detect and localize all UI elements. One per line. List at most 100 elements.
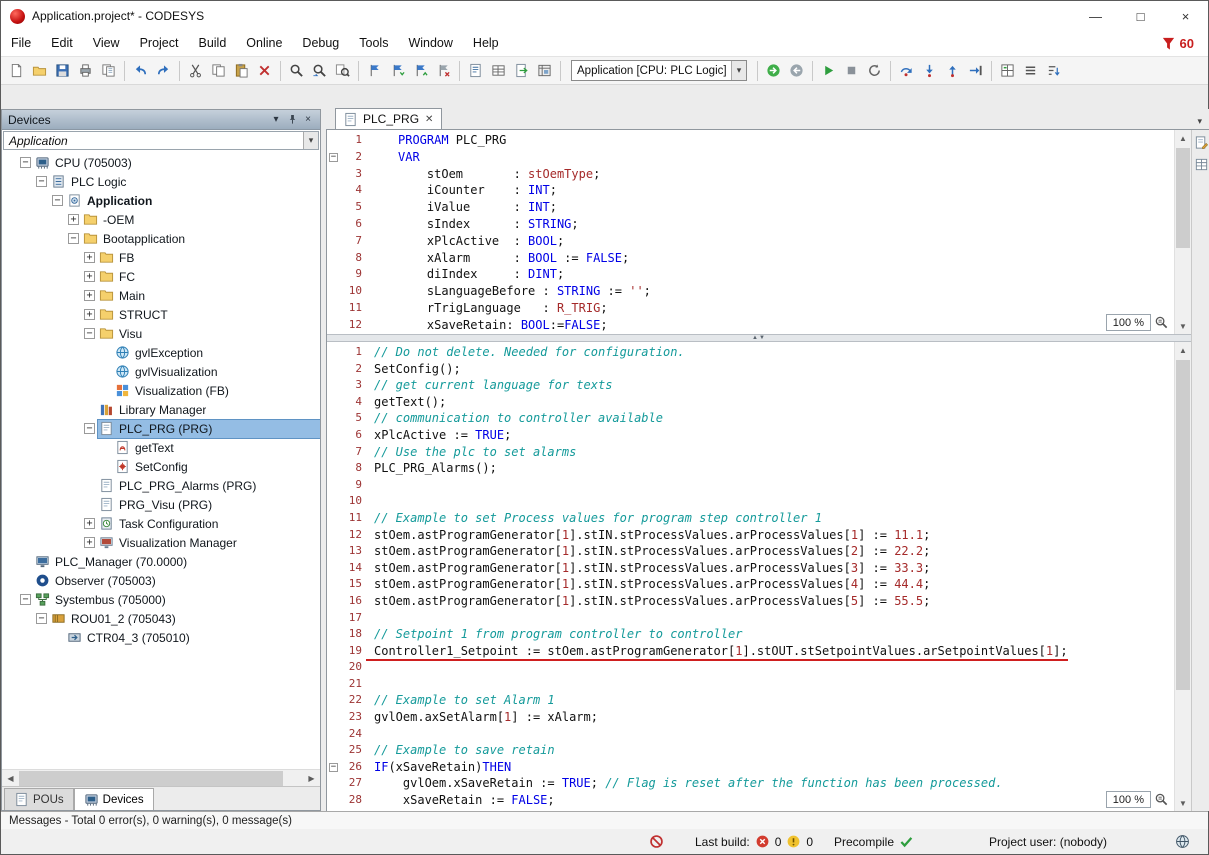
login-button[interactable]	[762, 59, 785, 82]
editor-view-button[interactable]	[1193, 134, 1209, 151]
fold-collapse-icon[interactable]: −	[329, 763, 338, 772]
bookmark-toggle-button[interactable]	[363, 59, 386, 82]
code-line-20[interactable]: 20	[327, 659, 1174, 676]
step-out-button[interactable]	[941, 59, 964, 82]
tab-pous[interactable]: POUs	[4, 788, 74, 810]
expand-icon[interactable]: +	[84, 537, 95, 548]
code-line-26[interactable]: −26IF(xSaveRetain)THEN	[327, 759, 1174, 776]
scroll-left-icon[interactable]: ◀	[2, 770, 19, 787]
step-over-button[interactable]	[895, 59, 918, 82]
active-application-combo[interactable]: Application [CPU: PLC Logic]▾	[571, 60, 747, 81]
expand-icon[interactable]: +	[68, 214, 79, 225]
code-line-2[interactable]: 2SetConfig();	[327, 361, 1174, 378]
code-line-7[interactable]: 7// Use the plc to set alarms	[327, 444, 1174, 461]
tree-item-setconfig[interactable]: SetConfig	[2, 457, 320, 476]
declarations-button[interactable]	[464, 59, 487, 82]
menu-tools[interactable]: Tools	[349, 31, 398, 56]
copy-project-button[interactable]	[97, 59, 120, 82]
code-line-15[interactable]: 15stOem.astProgramGenerator[1].stIN.stPr…	[327, 576, 1174, 593]
code-line-1[interactable]: 1PROGRAM PLC_PRG	[327, 132, 1174, 149]
editor-table-view-button[interactable]	[1193, 156, 1209, 173]
code-line-9[interactable]: 9	[327, 477, 1174, 494]
start-button[interactable]	[817, 59, 840, 82]
tree-item-fb[interactable]: +FB	[2, 248, 320, 267]
code-line-23[interactable]: 23gvlOem.axSetAlarm[1] := xAlarm;	[327, 709, 1174, 726]
export-doc-button[interactable]	[510, 59, 533, 82]
implementation-zoom-control[interactable]: 100 %	[1106, 791, 1170, 808]
tree-item-gvlvisualization[interactable]: gvlVisualization	[2, 362, 320, 381]
run-to-cursor-button[interactable]	[964, 59, 987, 82]
paste-button[interactable]	[230, 59, 253, 82]
code-line-13[interactable]: 13stOem.astProgramGenerator[1].stIN.stPr…	[327, 543, 1174, 560]
code-line-21[interactable]: 21	[327, 676, 1174, 693]
panel-pin-icon[interactable]	[284, 112, 300, 128]
close-button[interactable]: ×	[1163, 1, 1208, 31]
tree-item-plc-logic[interactable]: −PLC Logic	[2, 172, 320, 191]
project-user[interactable]: Project user: (nobody)	[989, 829, 1107, 854]
code-line-27[interactable]: 27 gvlOem.xSaveRetain := TRUE; // Flag i…	[327, 775, 1174, 792]
tree-item-oem[interactable]: +-OEM	[2, 210, 320, 229]
splitter-grip-icon[interactable]: ▲▼	[327, 335, 1191, 342]
tree-item-fc[interactable]: +FC	[2, 267, 320, 286]
bookmark-clear-button[interactable]	[432, 59, 455, 82]
devices-horizontal-scrollbar[interactable]: ◀ ▶	[2, 769, 320, 786]
tree-item-plc-prg-alarms-prg[interactable]: PLC_PRG_Alarms (PRG)	[2, 476, 320, 495]
print-button[interactable]	[74, 59, 97, 82]
code-line-11[interactable]: 11// Example to set Process values for p…	[327, 510, 1174, 527]
code-line-28[interactable]: 28 xSaveRetain := FALSE;	[327, 792, 1174, 809]
menu-view[interactable]: View	[83, 31, 130, 56]
tab-devices[interactable]: Devices	[74, 788, 154, 810]
code-line-10[interactable]: 10 sLanguageBefore : STRING := '';	[327, 283, 1174, 300]
bookmark-next-button[interactable]	[386, 59, 409, 82]
code-line-18[interactable]: 18// Setpoint 1 from program controller …	[327, 626, 1174, 643]
editor-splitter[interactable]: ▲▼	[327, 334, 1191, 342]
scrollbar-thumb[interactable]	[1176, 360, 1190, 690]
panel-menu-chevron-icon[interactable]: ▾	[268, 112, 284, 128]
code-line-3[interactable]: 3// get current language for texts	[327, 377, 1174, 394]
tree-item-visualization-fb[interactable]: Visualization (FB)	[2, 381, 320, 400]
tree-item-plc-manager-70-0000[interactable]: PLC_Manager (70.0000)	[2, 552, 320, 571]
undo-button[interactable]	[129, 59, 152, 82]
maximize-button[interactable]: □	[1118, 1, 1163, 31]
code-line-22[interactable]: 22// Example to set Alarm 1	[327, 692, 1174, 709]
tree-item-gettext[interactable]: getText	[2, 438, 320, 457]
tree-item-visualization-manager[interactable]: +Visualization Manager	[2, 533, 320, 552]
tree-item-task-configuration[interactable]: +Task Configuration	[2, 514, 320, 533]
code-line-9[interactable]: 9 diIndex : DINT;	[327, 266, 1174, 283]
menu-edit[interactable]: Edit	[41, 31, 83, 56]
collapse-icon[interactable]: −	[20, 594, 31, 605]
cut-button[interactable]	[184, 59, 207, 82]
device-root-combo[interactable]: Application ▾	[3, 131, 319, 150]
tree-item-bootapplication[interactable]: −Bootapplication	[2, 229, 320, 248]
collapse-icon[interactable]: −	[84, 423, 95, 434]
code-line-25[interactable]: 25// Example to save retain	[327, 742, 1174, 759]
language-globe[interactable]	[1175, 829, 1190, 854]
code-line-5[interactable]: 5// communication to controller availabl…	[327, 410, 1174, 427]
stop-button[interactable]	[840, 59, 863, 82]
flow-control-button[interactable]	[996, 59, 1019, 82]
chevron-down-icon[interactable]: ▾	[731, 61, 746, 80]
tree-item-visu[interactable]: −Visu	[2, 324, 320, 343]
code-line-19[interactable]: 19Controller1_Setpoint := stOem.astProgr…	[327, 643, 1174, 660]
code-line-8[interactable]: 8 xAlarm : BOOL := FALSE;	[327, 250, 1174, 267]
code-line-17[interactable]: 17	[327, 610, 1174, 627]
collapse-icon[interactable]: −	[36, 176, 47, 187]
tab-close-icon[interactable]: ✕	[424, 114, 434, 125]
menu-project[interactable]: Project	[130, 31, 189, 56]
tab-plc-prg[interactable]: PLC_PRG ✕	[335, 108, 442, 129]
implementation-editor[interactable]: 1// Do not delete. Needed for configurat…	[327, 342, 1191, 811]
code-line-6[interactable]: 6xPlcActive := TRUE;	[327, 427, 1174, 444]
expand-icon[interactable]: +	[84, 309, 95, 320]
tree-item-struct[interactable]: +STRUCT	[2, 305, 320, 324]
save-button[interactable]	[51, 59, 74, 82]
messages-bar[interactable]: Messages - Total 0 error(s), 0 warning(s…	[1, 811, 1208, 830]
message-filter-badge[interactable]: 60	[1161, 36, 1194, 51]
tree-item-plc-prg-prg[interactable]: −PLC_PRG (PRG)	[2, 419, 320, 438]
code-line-5[interactable]: 5 iValue : INT;	[327, 199, 1174, 216]
scrollbar-thumb[interactable]	[19, 771, 283, 786]
tab-list-chevron-icon[interactable]: ▾	[1193, 114, 1206, 129]
code-line-3[interactable]: 3 stOem : stOemType;	[327, 166, 1174, 183]
code-line-10[interactable]: 10	[327, 493, 1174, 510]
code-line-14[interactable]: 14stOem.astProgramGenerator[1].stIN.stPr…	[327, 560, 1174, 577]
scroll-down-icon[interactable]: ▼	[1175, 795, 1191, 811]
